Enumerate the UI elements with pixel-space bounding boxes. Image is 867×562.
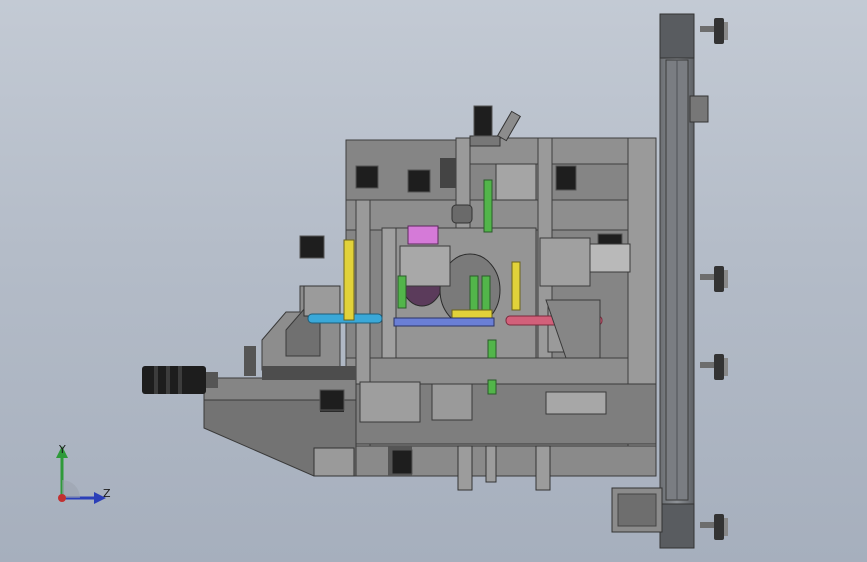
z-axis-label: Z <box>103 487 111 500</box>
left-bracket <box>244 285 356 380</box>
cad-viewport[interactable]: Y Z <box>0 0 867 562</box>
y-axis-label: Y <box>59 443 66 456</box>
origin-icon <box>58 494 66 502</box>
cad-assembly-model[interactable] <box>0 0 867 562</box>
right-vertical-rail <box>659 13 695 549</box>
